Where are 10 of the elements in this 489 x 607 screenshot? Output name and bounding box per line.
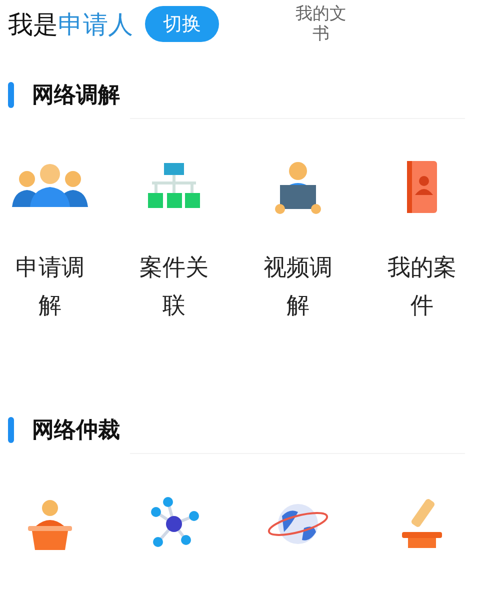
feature-label[interactable]: 我的案件 (382, 249, 462, 325)
feature-label[interactable]: 申请调解 (10, 249, 90, 325)
section-marker (8, 417, 14, 443)
section-marker (8, 82, 14, 108)
feature-label[interactable]: 案件关联 (134, 249, 214, 325)
section-title: 网络仲裁 (32, 417, 120, 445)
role-heading: 我是申请人 (8, 8, 133, 40)
section-title: 网络调解 (32, 82, 120, 110)
documents-link[interactable]: 我的文书 (289, 4, 353, 44)
feature-label[interactable]: 视频调解 (258, 249, 338, 325)
